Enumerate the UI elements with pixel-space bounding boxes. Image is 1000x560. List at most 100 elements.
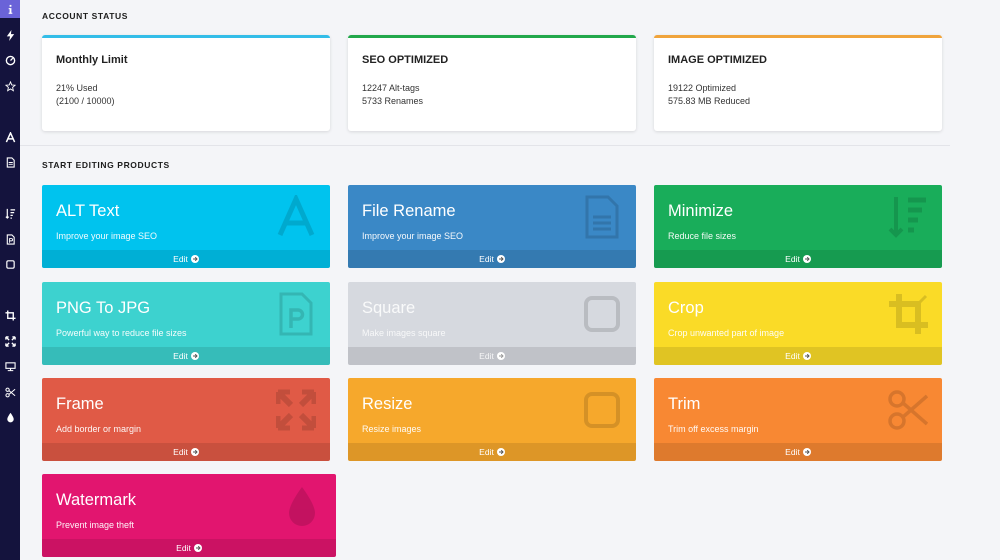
- tile-name: Resize: [362, 395, 413, 413]
- file-powerpoint-icon: [276, 292, 316, 336]
- tile-description: Add border or margin: [56, 424, 142, 434]
- tile-name: ALT Text: [56, 202, 120, 220]
- arrow-circle-right-icon: [802, 352, 811, 360]
- arrow-circle-right-icon: [190, 448, 199, 456]
- sidebar-file-icon[interactable]: [0, 154, 20, 170]
- edit-button[interactable]: Edit: [42, 443, 330, 461]
- tile-name: Crop: [668, 299, 704, 317]
- edit-label: Edit: [785, 351, 800, 361]
- sidebar-expand-icon[interactable]: [0, 333, 20, 349]
- stat-card-title: Monthly Limit: [56, 54, 128, 66]
- arrow-circle-right-icon: [190, 352, 199, 360]
- edit-label: Edit: [479, 254, 494, 264]
- stat-card-line: 5733 Renames: [362, 96, 424, 106]
- tile-description: Powerful way to reduce file sizes: [56, 328, 187, 338]
- tile-name: PNG To JPG: [56, 299, 151, 317]
- tile-name: Watermark: [56, 491, 137, 509]
- sort-amount-icon: [888, 195, 928, 239]
- stat-card-accent-bar: [42, 35, 330, 38]
- sidebar-sort-amount-icon[interactable]: [0, 205, 20, 221]
- edit-button[interactable]: Edit: [654, 443, 942, 461]
- edit-label: Edit: [479, 351, 494, 361]
- tile-name: File Rename: [362, 202, 456, 220]
- font-icon: [276, 192, 316, 239]
- edit-button[interactable]: Edit: [348, 443, 636, 461]
- scissors-icon: [888, 388, 929, 432]
- sidebar-bolt-icon[interactable]: [0, 27, 20, 43]
- stat-card-monthly-limit: Monthly Limit 21% Used (2100 / 10000): [42, 35, 330, 131]
- square-icon: [582, 292, 622, 336]
- sidebar-tint-icon[interactable]: [0, 409, 20, 425]
- stat-card-line: 21% Used: [56, 83, 98, 93]
- edit-button[interactable]: Edit: [42, 539, 336, 557]
- tile-description: Improve your image SEO: [362, 231, 464, 241]
- sidebar-crop-icon[interactable]: [0, 307, 20, 323]
- edit-button[interactable]: Edit: [348, 250, 636, 268]
- tile-crop[interactable]: Crop Crop unwanted part of image Edit: [654, 282, 942, 365]
- tile-square[interactable]: Square Make images square Edit: [348, 282, 636, 365]
- tile-description: Crop unwanted part of image: [668, 328, 785, 338]
- tile-file-rename[interactable]: File Rename Improve your image SEO Edit: [348, 185, 636, 268]
- edit-label: Edit: [173, 447, 188, 457]
- arrow-circle-right-icon: [496, 448, 505, 456]
- stat-card-seo-optimized: SEO OPTIMIZED 12247 Alt-tags 5733 Rename…: [348, 35, 636, 131]
- stat-card-line: 575.83 MB Reduced: [668, 96, 751, 106]
- edit-label: Edit: [173, 254, 188, 264]
- arrow-circle-right-icon: [190, 255, 199, 263]
- tile-description: Prevent image theft: [56, 520, 135, 530]
- edit-button[interactable]: Edit: [654, 250, 942, 268]
- tile-trim[interactable]: Trim Trim off excess margin Edit: [654, 378, 942, 461]
- stat-card-title: SEO OPTIMIZED: [362, 54, 449, 66]
- file-icon: [582, 195, 622, 239]
- edit-label: Edit: [176, 543, 191, 553]
- arrow-circle-right-icon: [802, 255, 811, 263]
- sidebar-star-icon[interactable]: [0, 78, 20, 94]
- tile-name: Minimize: [668, 202, 734, 220]
- sidebar-font-icon[interactable]: [0, 129, 20, 145]
- arrow-circle-right-icon: [496, 352, 505, 360]
- sidebar: [0, 0, 20, 560]
- sidebar-resize-icon[interactable]: [0, 358, 20, 374]
- arrow-circle-right-icon: [802, 448, 811, 456]
- start-editing-heading: START EDITING PRODUCTS: [42, 160, 170, 170]
- sidebar-file-powerpoint-icon[interactable]: [0, 231, 20, 247]
- edit-label: Edit: [173, 351, 188, 361]
- edit-label: Edit: [479, 447, 494, 457]
- edit-label: Edit: [785, 254, 800, 264]
- tile-png-to-jpg[interactable]: PNG To JPG Powerful way to reduce file s…: [42, 282, 330, 365]
- arrow-circle-right-icon: [193, 544, 202, 552]
- edit-button[interactable]: Edit: [348, 347, 636, 365]
- tint-icon: [282, 484, 322, 528]
- tile-description: Improve your image SEO: [56, 231, 158, 241]
- crop-icon: [888, 292, 928, 336]
- tile-watermark[interactable]: Watermark Prevent image theft Edit: [42, 474, 336, 557]
- section-divider: [20, 145, 950, 146]
- sidebar-dashboard-icon[interactable]: [0, 52, 20, 68]
- sidebar-square-icon[interactable]: [0, 256, 20, 272]
- sidebar-scissors-icon[interactable]: [0, 384, 20, 400]
- edit-button[interactable]: Edit: [42, 347, 330, 365]
- sidebar-info-icon[interactable]: [0, 0, 20, 18]
- edit-button[interactable]: Edit: [42, 250, 330, 268]
- tile-name: Square: [362, 299, 416, 317]
- tile-resize[interactable]: Resize Resize images Edit: [348, 378, 636, 461]
- square-icon: [582, 388, 622, 432]
- stat-card-title: IMAGE OPTIMIZED: [668, 54, 767, 66]
- tile-alt-text[interactable]: ALT Text Improve your image SEO Edit: [42, 185, 330, 268]
- stat-card-line: 19122 Optimized: [668, 83, 737, 93]
- stat-card-accent-bar: [654, 35, 942, 38]
- stat-card-line: (2100 / 10000): [56, 96, 115, 106]
- tile-name: Frame: [56, 395, 104, 413]
- arrow-circle-right-icon: [496, 255, 505, 263]
- tile-name: Trim: [668, 395, 701, 413]
- tile-description: Trim off excess margin: [668, 424, 759, 434]
- stat-card-image-optimized: IMAGE OPTIMIZED 19122 Optimized 575.83 M…: [654, 35, 942, 131]
- stat-card-accent-bar: [348, 35, 636, 38]
- tile-description: Resize images: [362, 424, 422, 434]
- tile-description: Reduce file sizes: [668, 231, 737, 241]
- tile-frame[interactable]: Frame Add border or margin Edit: [42, 378, 330, 461]
- tile-minimize[interactable]: Minimize Reduce file sizes Edit: [654, 185, 942, 268]
- edit-label: Edit: [785, 447, 800, 457]
- tile-description: Make images square: [362, 328, 446, 338]
- edit-button[interactable]: Edit: [654, 347, 942, 365]
